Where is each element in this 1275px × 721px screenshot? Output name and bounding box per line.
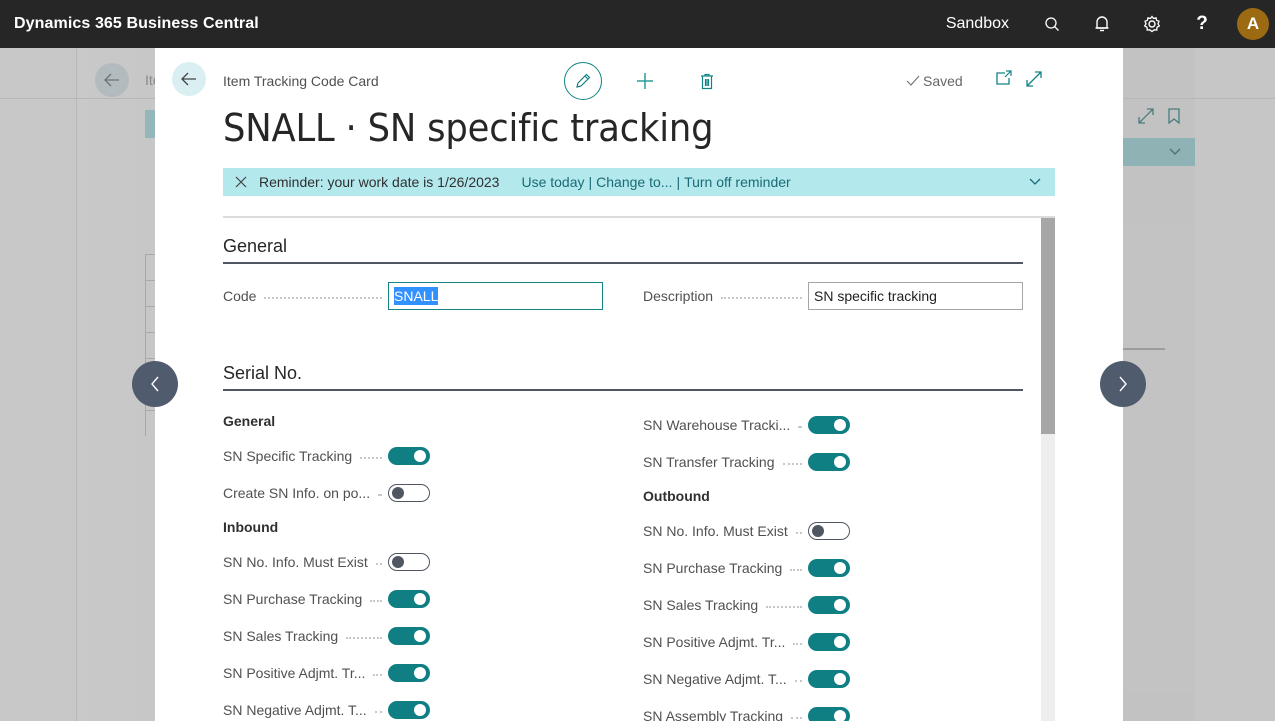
arrow-left-icon bbox=[104, 73, 119, 87]
search-button[interactable] bbox=[1027, 0, 1077, 48]
outbound-sn-info-must-exist-toggle[interactable] bbox=[808, 522, 850, 540]
settings-button[interactable] bbox=[1127, 0, 1177, 48]
description-field: Description SN specific tracking bbox=[643, 282, 1023, 310]
toggle-row: Create SN Info. on po... bbox=[223, 481, 430, 505]
toggle-row: SN Transfer Tracking bbox=[643, 450, 850, 474]
item-tracking-code-card: Item Tracking Code Card Saved SNALL · SN… bbox=[155, 48, 1123, 721]
create-sn-info-toggle[interactable] bbox=[388, 484, 430, 502]
new-button[interactable] bbox=[626, 62, 664, 100]
background-left-edge bbox=[0, 48, 77, 721]
toggle-row: SN Purchase Tracking bbox=[643, 556, 850, 580]
environment-label: Sandbox bbox=[945, 15, 1009, 32]
sn-specific-tracking-toggle[interactable] bbox=[388, 447, 430, 465]
inbound-sn-positive-adjmt-toggle[interactable] bbox=[388, 664, 430, 682]
card-content: General Code SNALL Description SN specif… bbox=[223, 216, 1055, 721]
toggle-row: SN Sales Tracking bbox=[643, 593, 850, 617]
separator: | bbox=[588, 174, 593, 190]
turn-off-reminder-link[interactable]: Turn off reminder bbox=[684, 174, 791, 190]
sn-warehouse-tracking-toggle[interactable] bbox=[808, 416, 850, 434]
subgroup-inbound: Inbound bbox=[223, 519, 279, 535]
general-section-header[interactable]: General bbox=[223, 236, 1023, 264]
code-label: Code bbox=[223, 288, 388, 304]
help-icon: ? bbox=[1196, 13, 1208, 34]
description-label: Description bbox=[643, 288, 808, 304]
toggle-row: SN No. Info. Must Exist bbox=[223, 550, 430, 574]
card-caption: Item Tracking Code Card bbox=[223, 73, 379, 89]
toggle-row: SN Positive Adjmt. Tr... bbox=[223, 661, 430, 685]
next-record-button[interactable] bbox=[1100, 361, 1146, 407]
close-icon bbox=[235, 176, 247, 188]
card-toolbar bbox=[564, 62, 726, 100]
pencil-icon bbox=[576, 73, 591, 88]
subgroup-outbound: Outbound bbox=[643, 488, 710, 504]
inbound-sn-info-must-exist-toggle[interactable] bbox=[388, 553, 430, 571]
chevron-right-icon bbox=[1119, 376, 1127, 392]
inbound-sn-purchase-tracking-toggle[interactable] bbox=[388, 590, 430, 608]
code-input[interactable]: SNALL bbox=[388, 282, 603, 310]
vertical-scrollbar[interactable] bbox=[1041, 218, 1055, 721]
saved-status: Saved bbox=[906, 73, 963, 89]
toggle-row: SN Positive Adjmt. Tr... bbox=[643, 630, 850, 654]
back-button[interactable] bbox=[172, 62, 206, 96]
arrow-left-icon bbox=[181, 72, 196, 86]
toggle-row: SN Specific Tracking bbox=[223, 444, 430, 468]
scrollbar-thumb[interactable] bbox=[1041, 218, 1055, 434]
gear-icon bbox=[1143, 15, 1161, 33]
avatar[interactable]: A bbox=[1237, 8, 1269, 40]
section-title: Serial No. bbox=[223, 363, 303, 383]
open-new-window-icon[interactable] bbox=[995, 70, 1013, 86]
outbound-sn-sales-tracking-toggle[interactable] bbox=[808, 596, 850, 614]
card-tools bbox=[995, 70, 1043, 88]
outbound-sn-purchase-tracking-toggle[interactable] bbox=[808, 559, 850, 577]
plus-icon bbox=[637, 73, 653, 89]
expand-icon[interactable] bbox=[1025, 70, 1043, 88]
previous-record-button[interactable] bbox=[132, 361, 178, 407]
toggle-row: SN No. Info. Must Exist bbox=[643, 519, 850, 543]
dismiss-reminder-button[interactable] bbox=[223, 176, 259, 188]
subgroup-general: General bbox=[223, 413, 276, 429]
app-bar: Dynamics 365 Business Central Sandbox ? … bbox=[0, 0, 1275, 48]
use-today-link[interactable]: Use today bbox=[521, 174, 584, 190]
edit-button[interactable] bbox=[564, 62, 602, 100]
serial-no-section-header[interactable]: Serial No. bbox=[223, 363, 1023, 391]
inbound-sn-negative-adjmt-toggle[interactable] bbox=[388, 701, 430, 719]
saved-label: Saved bbox=[923, 73, 963, 89]
separator: | bbox=[676, 174, 681, 190]
toggle-row: SN Assembly Tracking bbox=[643, 704, 850, 721]
chevron-down-icon bbox=[1169, 148, 1181, 155]
toggle-row: SN Purchase Tracking bbox=[223, 587, 430, 611]
toggle-row: SN Warehouse Tracki... bbox=[643, 413, 850, 437]
change-to-link[interactable]: Change to... bbox=[596, 174, 672, 190]
toggle-row: SN Negative Adjmt. T... bbox=[223, 698, 430, 721]
sn-assembly-tracking-toggle[interactable] bbox=[808, 707, 850, 721]
bookmark-icon bbox=[1168, 108, 1180, 124]
outbound-sn-negative-adjmt-toggle[interactable] bbox=[808, 670, 850, 688]
chevron-left-icon bbox=[151, 376, 159, 392]
background-tools bbox=[1138, 108, 1180, 124]
code-field: Code SNALL bbox=[223, 282, 603, 310]
section-title: General bbox=[223, 236, 288, 256]
expand-icon bbox=[1138, 108, 1154, 124]
toggle-row: SN Negative Adjmt. T... bbox=[643, 667, 850, 691]
background-back-button bbox=[95, 63, 129, 97]
inbound-sn-sales-tracking-toggle[interactable] bbox=[388, 627, 430, 645]
toggle-row: SN Sales Tracking bbox=[223, 624, 430, 648]
page-title: SNALL · SN specific tracking bbox=[223, 106, 714, 150]
app-title[interactable]: Dynamics 365 Business Central bbox=[14, 15, 259, 33]
description-input[interactable]: SN specific tracking bbox=[808, 282, 1023, 310]
checkmark-icon bbox=[906, 75, 920, 86]
reminder-message: Reminder: your work date is 1/26/2023 bbox=[259, 174, 500, 190]
bell-icon bbox=[1095, 16, 1109, 32]
background-right-edge bbox=[1195, 48, 1275, 721]
search-icon bbox=[1045, 17, 1059, 31]
notifications-button[interactable] bbox=[1077, 0, 1127, 48]
outbound-sn-positive-adjmt-toggle[interactable] bbox=[808, 633, 850, 651]
sn-transfer-tracking-toggle[interactable] bbox=[808, 453, 850, 471]
help-button[interactable]: ? bbox=[1177, 0, 1227, 48]
work-date-reminder: Reminder: your work date is 1/26/2023 Us… bbox=[223, 168, 1055, 196]
trash-icon bbox=[701, 73, 713, 89]
delete-button[interactable] bbox=[688, 62, 726, 100]
chevron-down-icon[interactable] bbox=[1029, 178, 1041, 186]
